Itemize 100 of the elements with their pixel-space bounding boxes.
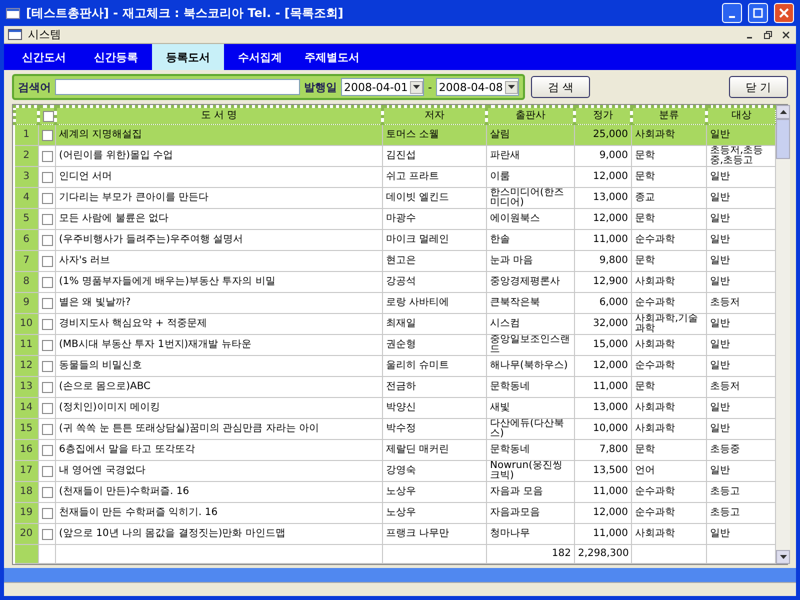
row-checkbox[interactable] [42, 382, 53, 392]
table-cell: 13,000 [574, 398, 632, 418]
row-checkbox[interactable] [42, 444, 53, 456]
table-cell: 마이크 멀레인 [382, 230, 486, 250]
row-number: 5 [14, 208, 38, 230]
table-cell: 순수과학 [632, 230, 706, 250]
row-checkbox[interactable] [42, 192, 53, 204]
scroll-up-icon[interactable] [776, 105, 790, 119]
row-checkbox[interactable] [42, 508, 53, 518]
table-cell: 박수정 [382, 418, 486, 440]
table-cell: 한스미디어(한즈미디어) [486, 188, 574, 208]
table-cell: 중앙일보조인스랜드 [486, 334, 574, 356]
table-cell: 동물들의 비밀신호 [56, 356, 382, 376]
scrollbar-thumb[interactable] [776, 119, 790, 159]
table-cell: 15,000 [574, 334, 632, 356]
close-button[interactable] [774, 3, 794, 23]
column-header[interactable]: 출판사 [486, 106, 574, 124]
table-cell: 사회과학 [632, 334, 706, 356]
row-checkbox[interactable] [42, 360, 53, 372]
date-to-field[interactable]: 2008-04-08 [436, 78, 519, 96]
row-checkbox[interactable] [42, 318, 53, 330]
row-number: 12 [14, 356, 38, 376]
table-cell: 순수과학 [632, 502, 706, 524]
table-cell: 최재일 [382, 314, 486, 334]
table-cell: 언어 [632, 460, 706, 482]
table-cell: 자음과 모음 [486, 482, 574, 502]
table-cell: 해나무(북하우스) [486, 356, 574, 376]
row-checkbox[interactable] [42, 424, 53, 434]
row-number: 15 [14, 418, 38, 440]
minimize-button[interactable] [722, 3, 742, 23]
row-number: 1 [14, 124, 38, 146]
menu-label[interactable]: 시스템 [28, 27, 738, 42]
row-checkbox[interactable] [42, 234, 53, 246]
search-field[interactable] [55, 79, 300, 95]
row-checkbox[interactable] [42, 402, 53, 414]
column-header[interactable]: 도 서 명 [56, 106, 382, 124]
table-cell: 순수과학 [632, 356, 706, 376]
row-checkbox[interactable] [42, 150, 53, 162]
table-cell: 11,000 [574, 230, 632, 250]
tab[interactable]: 신간도서 [8, 44, 80, 70]
table-cell: 사회과학 [632, 272, 706, 292]
row-number: 4 [14, 188, 38, 208]
table-cell: 큰북작은북 [486, 292, 574, 314]
row-checkbox[interactable] [42, 298, 53, 308]
row-checkbox[interactable] [42, 276, 53, 288]
maximize-button[interactable] [748, 3, 768, 23]
close-icon [779, 8, 789, 18]
dropdown-icon[interactable] [410, 80, 423, 94]
table-cell: 문학 [632, 208, 706, 230]
table-cell: 이룸 [486, 166, 574, 188]
table-cell: (정치인)이미지 메이킹 [56, 398, 382, 418]
restore-icon[interactable] [762, 28, 774, 40]
total-count: 182 [486, 544, 574, 564]
table-cell: 11,000 [574, 482, 632, 502]
table-cell: 순수과학 [632, 292, 706, 314]
table-cell: 한솔 [486, 230, 574, 250]
column-header[interactable]: 분류 [632, 106, 706, 124]
table-cell: 전금하 [382, 376, 486, 398]
dropdown-icon[interactable] [504, 80, 518, 94]
row-checkbox[interactable] [42, 486, 53, 498]
table-cell: 김진섭 [382, 146, 486, 166]
row-number: 6 [14, 230, 38, 250]
total-price: 2,298,300 [574, 544, 632, 564]
search-button[interactable]: 검 색 [530, 76, 590, 98]
row-checkbox[interactable] [42, 172, 53, 182]
table-cell: 노상우 [382, 502, 486, 524]
table-cell: Nowrun(웅진씽크빅) [486, 460, 574, 482]
tab[interactable]: 등록도서 [152, 44, 224, 70]
row-checkbox[interactable] [42, 528, 53, 540]
column-header[interactable]: 정가 [574, 106, 632, 124]
row-checkbox[interactable] [42, 130, 53, 140]
column-header[interactable]: 저자 [382, 106, 486, 124]
row-checkbox[interactable] [42, 214, 53, 224]
table-cell: 인디언 서머 [56, 166, 382, 188]
row-number: 11 [14, 334, 38, 356]
tab[interactable]: 수서집계 [224, 44, 296, 70]
tab[interactable]: 주제별도서 [296, 44, 368, 70]
row-checkbox[interactable] [42, 256, 53, 266]
scroll-down-icon[interactable] [776, 550, 790, 564]
table-cell: 쉬고 프라트 [382, 166, 486, 188]
row-number: 13 [14, 376, 38, 398]
close-icon[interactable] [780, 28, 792, 40]
column-header[interactable]: 대상 [706, 106, 776, 124]
row-number: 16 [14, 440, 38, 460]
date-separator: - [428, 80, 432, 94]
table-cell: 모든 사람에 불륜은 없다 [56, 208, 382, 230]
row-number: 8 [14, 272, 38, 292]
row-number: 20 [14, 524, 38, 544]
row-checkbox[interactable] [42, 340, 53, 350]
row-checkbox[interactable] [43, 110, 54, 122]
table-cell: 문학 [632, 376, 706, 398]
date-from-field[interactable]: 2008-04-01 [341, 78, 424, 96]
tab[interactable]: 신간등록 [80, 44, 152, 70]
table-cell: 살림 [486, 124, 574, 146]
table-cell: (1% 명품부자들에게 배우는)부동산 투자의 비밀 [56, 272, 382, 292]
table-cell: 12,000 [574, 208, 632, 230]
row-checkbox[interactable] [42, 466, 53, 476]
row-number: 7 [14, 250, 38, 272]
table-cell: (우주비행사가 들려주는)우주여행 설명서 [56, 230, 382, 250]
close-window-button[interactable]: 닫 기 [728, 76, 788, 98]
